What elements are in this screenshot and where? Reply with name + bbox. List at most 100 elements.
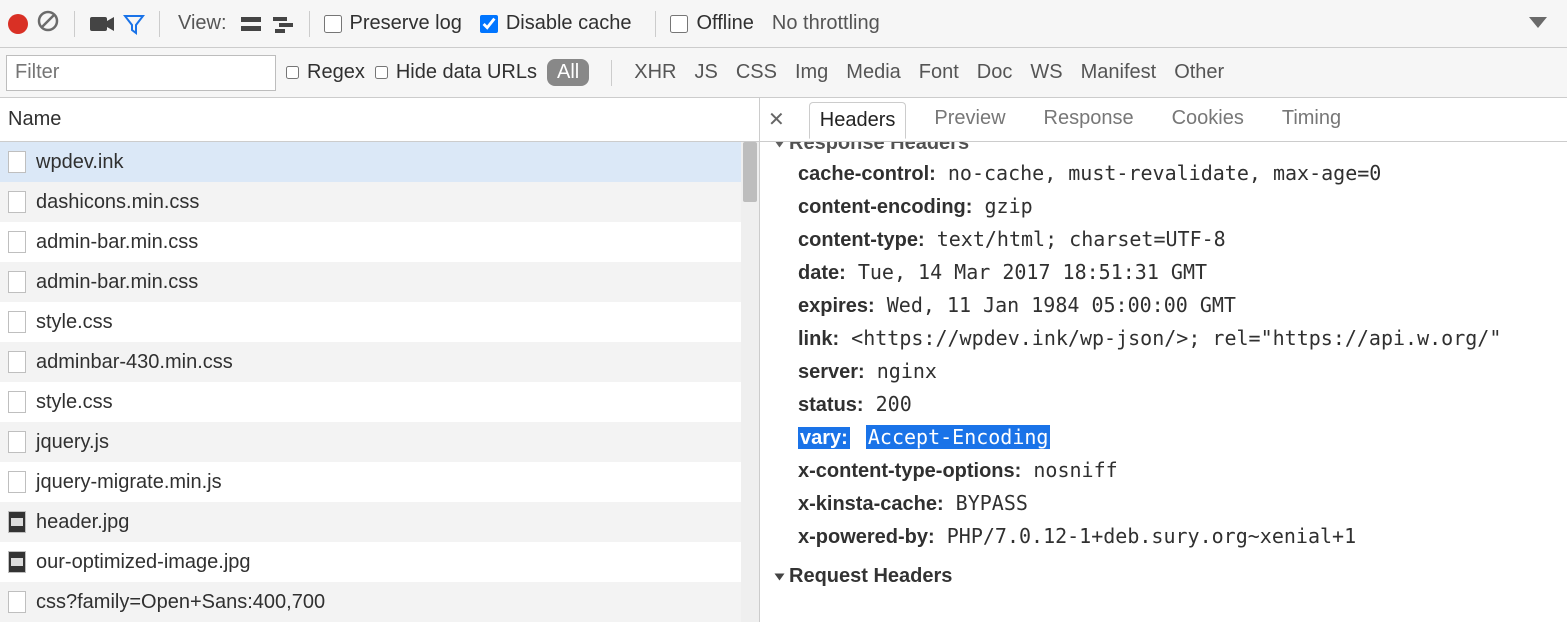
header-value: Accept-Encoding xyxy=(866,425,1051,449)
waterfall-icon[interactable] xyxy=(271,14,295,34)
tab-timing[interactable]: Timing xyxy=(1272,101,1351,138)
tab-headers[interactable]: Headers xyxy=(809,102,907,139)
header-row[interactable]: status: 200 xyxy=(770,388,1557,421)
document-file-icon xyxy=(8,391,26,413)
throttling-select[interactable]: No throttling xyxy=(772,12,880,35)
image-file-icon xyxy=(8,551,26,573)
header-value: Wed, 11 Jan 1984 05:00:00 GMT xyxy=(887,293,1236,317)
hide-data-urls-input[interactable] xyxy=(375,66,388,79)
tab-response[interactable]: Response xyxy=(1034,101,1144,138)
request-row[interactable]: admin-bar.min.css xyxy=(0,222,759,262)
disable-cache-input[interactable] xyxy=(480,15,498,33)
request-name: dashicons.min.css xyxy=(36,191,199,214)
filter-type-xhr[interactable]: XHR xyxy=(634,61,676,84)
record-icon[interactable] xyxy=(8,14,28,34)
header-row[interactable]: x-content-type-options: nosniff xyxy=(770,454,1557,487)
preserve-log-checkbox[interactable]: Preserve log xyxy=(324,12,462,35)
type-filters: All XHR JS CSS Img Media Font Doc WS Manifest Othe… xyxy=(547,59,1224,86)
request-list-wrap: wpdev.ink dashicons.min.css admin-bar.min.… xyxy=(0,142,759,622)
tab-preview[interactable]: Preview xyxy=(924,101,1015,138)
divider xyxy=(655,11,656,37)
header-row[interactable]: expires: Wed, 11 Jan 1984 05:00:00 GMT xyxy=(770,289,1557,322)
header-value: gzip xyxy=(984,194,1032,218)
header-value: no-cache, must-revalidate, max-age=0 xyxy=(948,161,1381,185)
filter-type-js[interactable]: JS xyxy=(694,61,717,84)
header-row[interactable]: vary: Accept-Encoding xyxy=(770,421,1557,454)
document-file-icon xyxy=(8,431,26,453)
header-row[interactable]: link: <https://wpdev.ink/wp-json/>; rel=… xyxy=(770,322,1557,355)
request-headers-title: Request Headers xyxy=(789,565,952,588)
hide-data-urls-label: Hide data URLs xyxy=(396,61,537,84)
filter-icon[interactable] xyxy=(123,13,145,35)
header-row[interactable]: server: nginx xyxy=(770,355,1557,388)
hide-data-urls-checkbox[interactable]: Hide data URLs xyxy=(375,61,537,84)
scrollbar[interactable] xyxy=(741,142,759,622)
requests-panel: Name wpdev.ink dashicons.min.css admin-bar… xyxy=(0,98,760,622)
request-name: wpdev.ink xyxy=(36,151,123,174)
column-header-name[interactable]: Name xyxy=(0,98,759,142)
disable-cache-checkbox[interactable]: Disable cache xyxy=(480,12,632,35)
filter-type-manifest[interactable]: Manifest xyxy=(1081,61,1157,84)
request-headers-section[interactable]: Request Headers xyxy=(770,563,1557,590)
disclosure-triangle-icon xyxy=(775,142,785,147)
divider xyxy=(309,11,310,37)
details-tabs: ✕ Headers Preview Response Cookies Timing xyxy=(760,98,1567,142)
offline-checkbox[interactable]: Offline xyxy=(670,12,753,35)
request-row[interactable]: adminbar-430.min.css xyxy=(0,342,759,382)
response-headers-section[interactable]: Response Headers xyxy=(770,142,1557,157)
request-name: css?family=Open+Sans:400,700 xyxy=(36,591,325,614)
document-file-icon xyxy=(8,351,26,373)
document-file-icon xyxy=(8,471,26,493)
large-rows-icon[interactable] xyxy=(239,14,263,34)
offline-label: Offline xyxy=(696,12,753,35)
tab-cookies[interactable]: Cookies xyxy=(1162,101,1254,138)
filter-type-img[interactable]: Img xyxy=(795,61,828,84)
filter-bar: Regex Hide data URLs All XHR JS CSS Img Media… xyxy=(0,48,1567,98)
request-row[interactable]: our-optimized-image.jpg xyxy=(0,542,759,582)
close-icon[interactable]: ✕ xyxy=(768,107,785,132)
filter-type-doc[interactable]: Doc xyxy=(977,61,1013,84)
header-key: cache-control: xyxy=(798,163,936,185)
preserve-log-input[interactable] xyxy=(324,15,342,33)
header-value: nginx xyxy=(877,359,937,383)
header-row[interactable]: content-type: text/html; charset=UTF-8 xyxy=(770,223,1557,256)
header-key: content-type: xyxy=(798,229,925,251)
header-row[interactable]: x-kinsta-cache: BYPASS xyxy=(770,487,1557,520)
filter-type-all[interactable]: All xyxy=(547,59,589,86)
request-row[interactable]: wpdev.ink xyxy=(0,142,759,182)
request-row[interactable]: css?family=Open+Sans:400,700 xyxy=(0,582,759,622)
request-name: style.css xyxy=(36,391,113,414)
header-key: link: xyxy=(798,328,839,350)
header-row[interactable]: cache-control: no-cache, must-revalidate… xyxy=(770,157,1557,190)
request-list: wpdev.ink dashicons.min.css admin-bar.min.… xyxy=(0,142,759,622)
header-row[interactable]: x-powered-by: PHP/7.0.12-1+deb.sury.org~… xyxy=(770,520,1557,553)
chevron-down-icon[interactable] xyxy=(1529,12,1547,35)
regex-input[interactable] xyxy=(286,66,299,79)
regex-checkbox[interactable]: Regex xyxy=(286,61,365,84)
filter-type-ws[interactable]: WS xyxy=(1030,61,1062,84)
request-row[interactable]: admin-bar.min.css xyxy=(0,262,759,302)
header-row[interactable]: date: Tue, 14 Mar 2017 18:51:31 GMT xyxy=(770,256,1557,289)
view-label: View: xyxy=(178,12,227,35)
offline-input[interactable] xyxy=(670,15,688,33)
request-row[interactable]: style.css xyxy=(0,302,759,342)
request-row[interactable]: header.jpg xyxy=(0,502,759,542)
filter-type-media[interactable]: Media xyxy=(846,61,900,84)
header-value: Tue, 14 Mar 2017 18:51:31 GMT xyxy=(858,260,1207,284)
request-name: header.jpg xyxy=(36,511,129,534)
request-row[interactable]: jquery-migrate.min.js xyxy=(0,462,759,502)
request-row[interactable]: jquery.js xyxy=(0,422,759,462)
request-row[interactable]: style.css xyxy=(0,382,759,422)
filter-type-font[interactable]: Font xyxy=(919,61,959,84)
camera-icon[interactable] xyxy=(89,14,115,34)
filter-type-other[interactable]: Other xyxy=(1174,61,1224,84)
clear-icon[interactable] xyxy=(36,9,60,39)
network-toolbar: View: Preserve log Disable cache Offline… xyxy=(0,0,1567,48)
filter-input[interactable] xyxy=(6,55,276,91)
scrollbar-thumb[interactable] xyxy=(743,142,757,202)
request-row[interactable]: dashicons.min.css xyxy=(0,182,759,222)
header-key: x-powered-by: xyxy=(798,526,935,548)
disable-cache-label: Disable cache xyxy=(506,12,632,35)
filter-type-css[interactable]: CSS xyxy=(736,61,777,84)
header-row[interactable]: content-encoding: gzip xyxy=(770,190,1557,223)
